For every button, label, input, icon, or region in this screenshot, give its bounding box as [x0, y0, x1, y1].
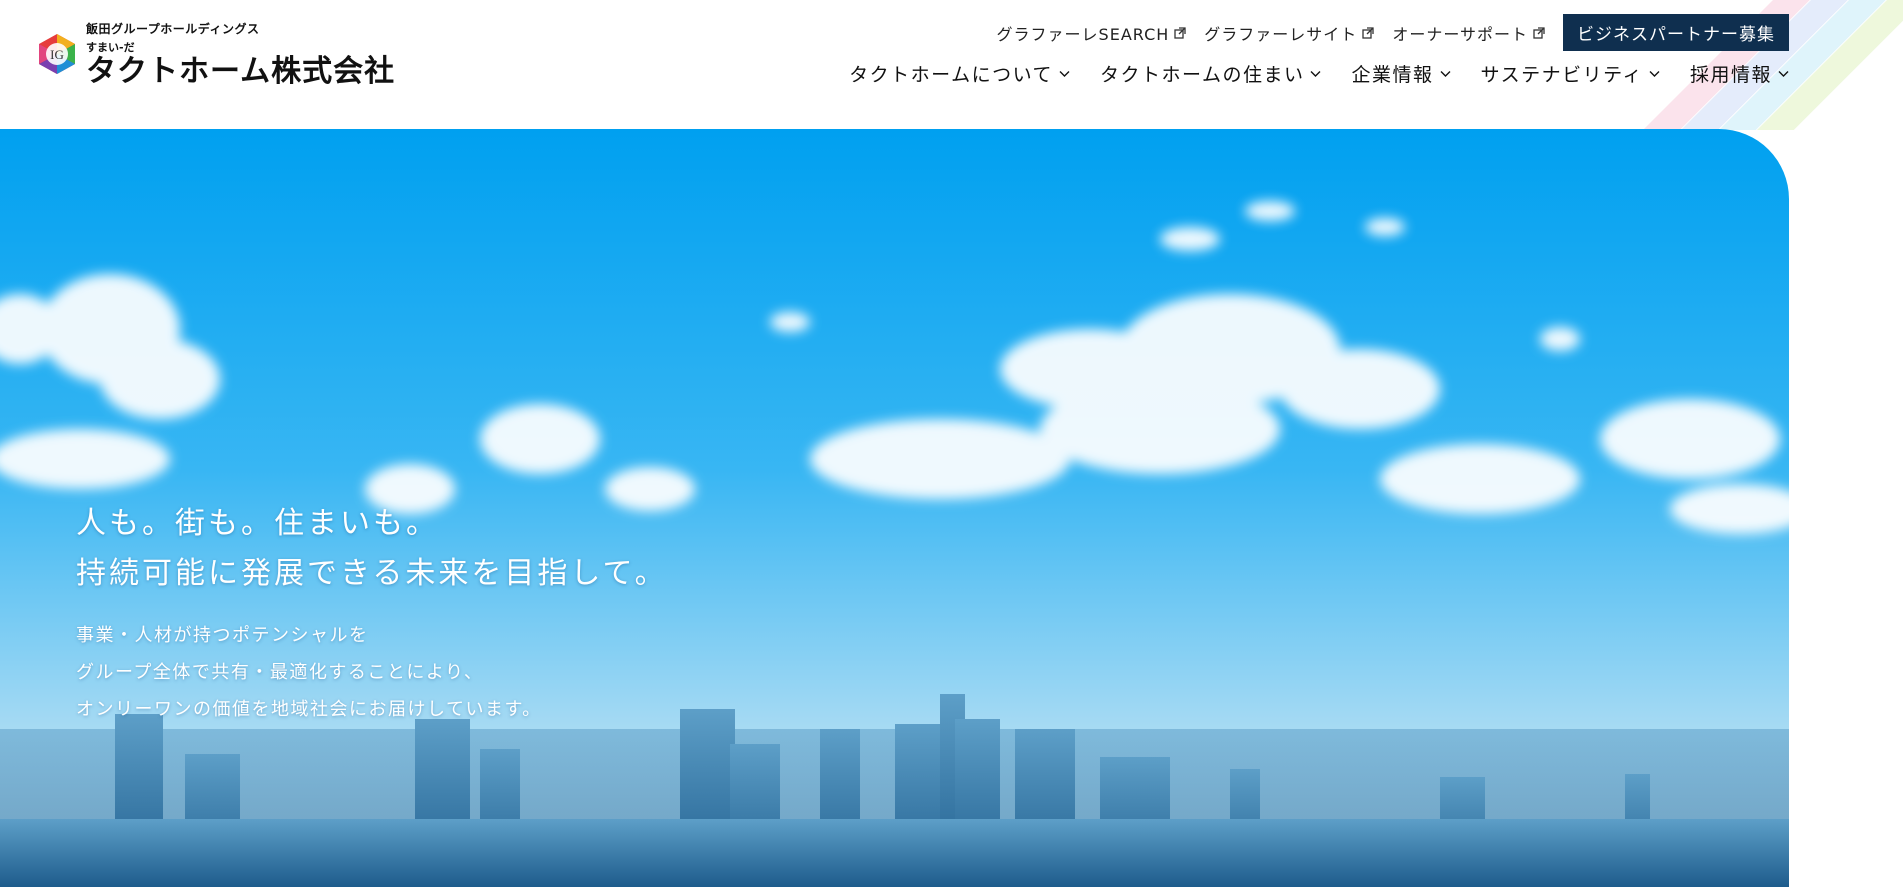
nav-label: 企業情報 [1351, 64, 1434, 86]
chevron-down-icon [1778, 71, 1789, 77]
external-link-icon [1362, 26, 1374, 39]
site-header: IG 飯田グループホールディングス すまい-だ タクトホーム株式会社 グラファー… [0, 0, 1903, 128]
logo-subtitle: すまい-だ [86, 41, 135, 54]
nav-label: タクトホームについて [849, 64, 1054, 86]
utility-nav: グラファーレSEARCH グラファーレサイト オーナーサポート ビジネスパートナ… [997, 14, 1789, 51]
hero-lead-line-3: オンリーワンの価値を地域社会にお届けしています。 [76, 699, 542, 720]
business-partner-button[interactable]: ビジネスパートナー募集 [1563, 14, 1789, 51]
utility-link-label: グラファーレSEARCH [996, 24, 1170, 44]
utility-link-graffare-site[interactable]: グラファーレサイト [1204, 21, 1374, 45]
svg-text:IG: IG [50, 47, 64, 62]
chevron-down-icon [1059, 71, 1070, 77]
hero-copy: 人も。街も。住まいも。 持続可能に発展できる未来を目指して。 事業・人材が持つポ… [76, 499, 668, 728]
logo-company-name: タクトホーム株式会社 [86, 54, 396, 89]
chevron-down-icon [1649, 71, 1660, 77]
hero-lead-line-2: グループ全体で共有・最適化することにより、 [76, 662, 484, 683]
external-link-icon [1174, 26, 1186, 39]
utility-link-graffare-search[interactable]: グラファーレSEARCH [997, 21, 1187, 45]
nav-about[interactable]: タクトホームについて [849, 60, 1070, 87]
nav-label: 採用情報 [1689, 64, 1772, 86]
external-link-icon [1533, 26, 1545, 39]
nav-label: タクトホームの住まい [1100, 64, 1305, 86]
hero-catchphrase: 人も。街も。住まいも。 持続可能に発展できる未来を目指して。 [76, 499, 668, 599]
nav-company[interactable]: 企業情報 [1351, 60, 1450, 87]
nav-recruit[interactable]: 採用情報 [1690, 60, 1789, 87]
nav-label: サステナビリティ [1480, 64, 1643, 86]
utility-link-owner-support[interactable]: オーナーサポート [1392, 21, 1545, 45]
utility-link-label: オーナーサポート [1392, 24, 1528, 44]
utility-link-label: グラファーレサイト [1204, 24, 1358, 44]
nav-sustainability[interactable]: サステナビリティ [1481, 60, 1660, 87]
hero-lead: 事業・人材が持つポテンシャルを グループ全体で共有・最適化することにより、 オン… [76, 617, 668, 728]
nav-homes[interactable]: タクトホームの住まい [1100, 60, 1321, 87]
hero-lead-line-1: 事業・人材が持つポテンシャルを [76, 625, 369, 646]
hero-catch-line-1: 人も。街も。住まいも。 [76, 506, 439, 541]
chevron-down-icon [1310, 71, 1321, 77]
logo-group-name: 飯田グループホールディングス [86, 22, 260, 36]
global-nav: タクトホームについて タクトホームの住まい 企業情報 サステナビリティ 採用情報 [849, 60, 1789, 87]
group-logo-mark: IG [36, 32, 78, 76]
company-logo[interactable]: IG 飯田グループホールディングス すまい-だ タクトホーム株式会社 [36, 20, 395, 88]
hero-catch-line-2: 持続可能に発展できる未来を目指して。 [76, 556, 668, 591]
chevron-down-icon [1440, 71, 1450, 77]
hero-visual: 人も。街も。住まいも。 持続可能に発展できる未来を目指して。 事業・人材が持つポ… [0, 129, 1789, 887]
